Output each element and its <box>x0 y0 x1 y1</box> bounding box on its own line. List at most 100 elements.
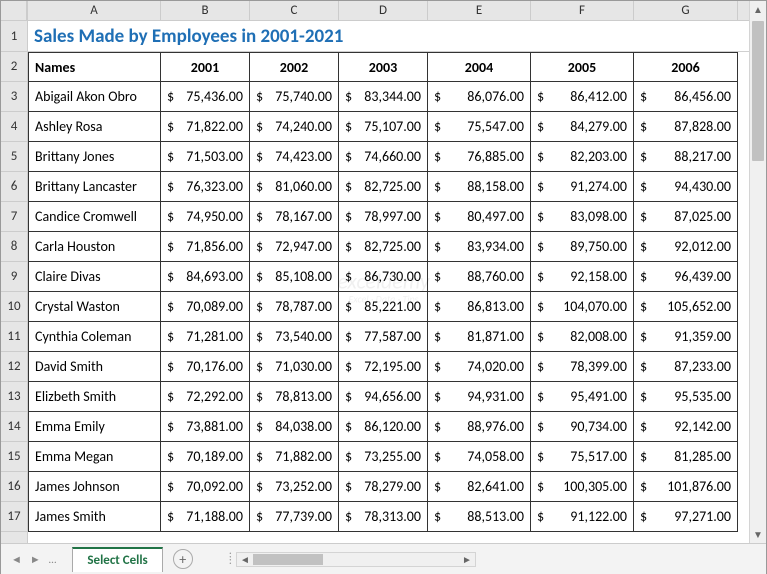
cell-name[interactable]: David Smith <box>28 352 161 382</box>
cell-value[interactable]: $86,076.00 <box>428 82 531 112</box>
cell-name[interactable]: Emma Megan <box>28 442 161 472</box>
cell-value[interactable]: $78,313.00 <box>339 502 428 532</box>
horizontal-scrollbar[interactable]: ◄ ► <box>236 552 476 567</box>
cell-value[interactable]: $94,430.00 <box>634 172 738 202</box>
cell-value[interactable]: $81,060.00 <box>250 172 339 202</box>
cell-value[interactable]: $78,399.00 <box>531 352 634 382</box>
column-header[interactable]: F <box>531 1 634 20</box>
row-header[interactable]: 2 <box>1 52 27 82</box>
cell-value[interactable]: $84,038.00 <box>250 412 339 442</box>
cell-value[interactable]: $82,725.00 <box>339 172 428 202</box>
table-row[interactable]: James Smith$71,188.00$77,739.00$78,313.0… <box>28 502 749 532</box>
row-header[interactable]: 3 <box>1 82 27 112</box>
cell-value[interactable]: $95,491.00 <box>531 382 634 412</box>
row-header[interactable]: 6 <box>1 172 27 202</box>
table-row[interactable]: Abigail Akon Obro$75,436.00$75,740.00$83… <box>28 82 749 112</box>
cell-value[interactable]: $77,739.00 <box>250 502 339 532</box>
cell-name[interactable]: Ashley Rosa <box>28 112 161 142</box>
cell-value[interactable]: $86,456.00 <box>634 82 738 112</box>
cell-value[interactable]: $97,271.00 <box>634 502 738 532</box>
scroll-up-icon[interactable]: ▲ <box>750 1 766 18</box>
table-row[interactable]: Cynthia Coleman$71,281.00$73,540.00$77,5… <box>28 322 749 352</box>
cell-name[interactable]: Brittany Lancaster <box>28 172 161 202</box>
cell-value[interactable]: $77,587.00 <box>339 322 428 352</box>
cell-name[interactable]: Carla Houston <box>28 232 161 262</box>
row-header[interactable]: 11 <box>1 322 27 352</box>
vertical-scroll-thumb[interactable] <box>752 21 764 161</box>
cell-value[interactable]: $87,828.00 <box>634 112 738 142</box>
cell-value[interactable]: $78,167.00 <box>250 202 339 232</box>
cell-value[interactable]: $73,252.00 <box>250 472 339 502</box>
cell-value[interactable]: $86,730.00 <box>339 262 428 292</box>
row-header[interactable]: 17 <box>1 502 27 532</box>
cell-value[interactable]: $78,787.00 <box>250 292 339 322</box>
header-names[interactable]: Names <box>28 52 161 82</box>
cell-value[interactable]: $86,120.00 <box>339 412 428 442</box>
cell-value[interactable]: $71,856.00 <box>161 232 250 262</box>
table-row[interactable]: Brittany Lancaster$76,323.00$81,060.00$8… <box>28 172 749 202</box>
cell-value[interactable]: $72,947.00 <box>250 232 339 262</box>
cell-name[interactable]: Emma Emily <box>28 412 161 442</box>
cell-name[interactable]: Elizbeth Smith <box>28 382 161 412</box>
header-year[interactable]: 2003 <box>339 52 428 82</box>
cell-value[interactable]: $83,344.00 <box>339 82 428 112</box>
cell-value[interactable]: $101,876.00 <box>634 472 738 502</box>
cell-value[interactable]: $72,195.00 <box>339 352 428 382</box>
table-row[interactable]: Carla Houston$71,856.00$72,947.00$82,725… <box>28 232 749 262</box>
cell-value[interactable]: $75,517.00 <box>531 442 634 472</box>
cell-value[interactable]: $91,359.00 <box>634 322 738 352</box>
cell-value[interactable]: $75,436.00 <box>161 82 250 112</box>
cell-value[interactable]: $96,439.00 <box>634 262 738 292</box>
column-header[interactable]: B <box>161 1 250 20</box>
header-year[interactable]: 2002 <box>250 52 339 82</box>
row-header[interactable]: 12 <box>1 352 27 382</box>
cell-value[interactable]: $71,030.00 <box>250 352 339 382</box>
vertical-scrollbar[interactable]: ▲ ▼ <box>749 1 766 543</box>
cell-value[interactable]: $73,881.00 <box>161 412 250 442</box>
tab-nav-prev-icon[interactable]: ◄ <box>11 553 22 566</box>
cell-value[interactable]: $72,292.00 <box>161 382 250 412</box>
column-header[interactable]: D <box>339 1 428 20</box>
row-header[interactable]: 10 <box>1 292 27 322</box>
cell-value[interactable]: $71,882.00 <box>250 442 339 472</box>
cell-value[interactable]: $71,503.00 <box>161 142 250 172</box>
cell-value[interactable]: $92,158.00 <box>531 262 634 292</box>
cell-value[interactable]: $84,693.00 <box>161 262 250 292</box>
cell-value[interactable]: $74,950.00 <box>161 202 250 232</box>
row-header[interactable]: 14 <box>1 412 27 442</box>
cell-value[interactable]: $86,412.00 <box>531 82 634 112</box>
cell-value[interactable]: $88,976.00 <box>428 412 531 442</box>
cell-value[interactable]: $92,012.00 <box>634 232 738 262</box>
cell-value[interactable]: $76,885.00 <box>428 142 531 172</box>
row-header[interactable]: 1 <box>1 21 27 52</box>
header-year[interactable]: 2006 <box>634 52 738 82</box>
row-header[interactable]: 15 <box>1 442 27 472</box>
row-header[interactable]: 5 <box>1 142 27 172</box>
cell-value[interactable]: $81,871.00 <box>428 322 531 352</box>
cell-value[interactable]: $74,660.00 <box>339 142 428 172</box>
table-row[interactable]: Emma Emily$73,881.00$84,038.00$86,120.00… <box>28 412 749 442</box>
table-row[interactable]: Claire Divas$84,693.00$85,108.00$86,730.… <box>28 262 749 292</box>
cell-value[interactable]: $82,203.00 <box>531 142 634 172</box>
cell-value[interactable]: $85,221.00 <box>339 292 428 322</box>
cell-name[interactable]: Abigail Akon Obro <box>28 82 161 112</box>
cell-value[interactable]: $73,540.00 <box>250 322 339 352</box>
select-all-corner[interactable] <box>1 1 27 21</box>
cell-value[interactable]: $70,092.00 <box>161 472 250 502</box>
cell-value[interactable]: $82,641.00 <box>428 472 531 502</box>
cell-name[interactable]: Cynthia Coleman <box>28 322 161 352</box>
row-header[interactable]: 8 <box>1 232 27 262</box>
row-header[interactable]: 9 <box>1 262 27 292</box>
cell-value[interactable]: $94,931.00 <box>428 382 531 412</box>
title-row[interactable]: Sales Made by Employees in 2001-2021 <box>28 21 749 52</box>
cell-value[interactable]: $78,997.00 <box>339 202 428 232</box>
cell-value[interactable]: $74,020.00 <box>428 352 531 382</box>
cell-value[interactable]: $75,107.00 <box>339 112 428 142</box>
cell-value[interactable]: $70,189.00 <box>161 442 250 472</box>
cell-name[interactable]: James Smith <box>28 502 161 532</box>
cell-name[interactable]: Claire Divas <box>28 262 161 292</box>
cell-value[interactable]: $83,934.00 <box>428 232 531 262</box>
cell-value[interactable]: $84,279.00 <box>531 112 634 142</box>
cell-value[interactable]: $90,734.00 <box>531 412 634 442</box>
cell-value[interactable]: $71,281.00 <box>161 322 250 352</box>
